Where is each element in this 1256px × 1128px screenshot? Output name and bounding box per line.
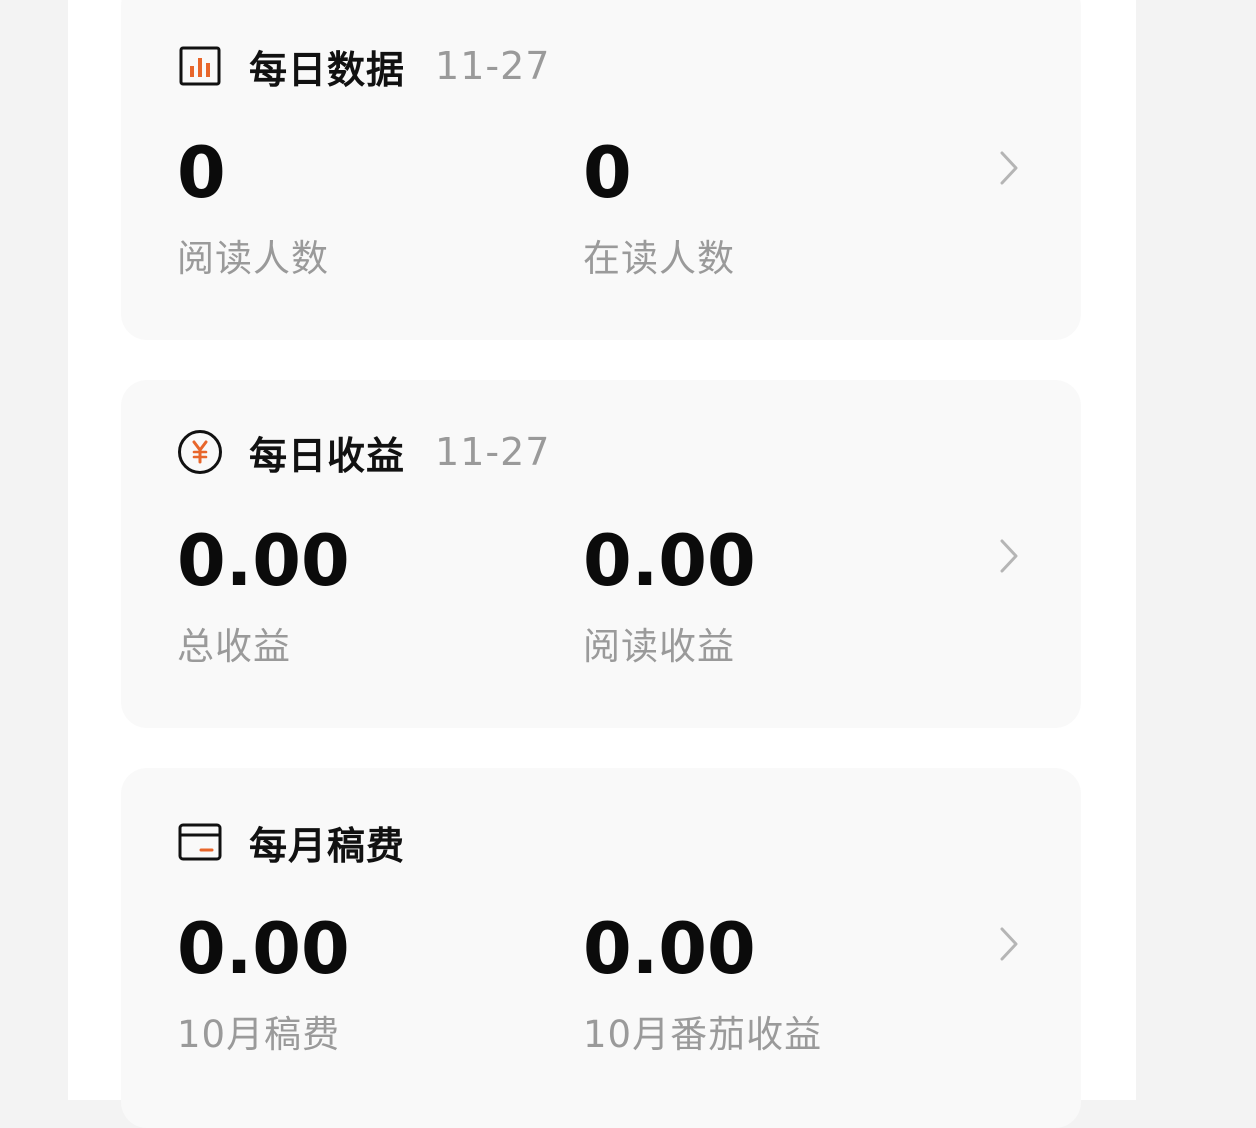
- metric-oct-royalty: 0.00 10月稿费: [177, 904, 350, 1058]
- card-header: 每日数据 11-27: [177, 42, 551, 92]
- yen-coin-icon: [177, 429, 223, 475]
- metric-value: 0.00: [177, 520, 350, 602]
- metric-label: 阅读收益: [583, 625, 735, 668]
- metric-current-readers: 0 在读人数: [583, 128, 735, 282]
- card-title: 每日收益: [249, 433, 406, 478]
- daily-data-card[interactable]: 每日数据 11-27 0 阅读人数 0 在读人数: [121, 0, 1081, 340]
- daily-income-card[interactable]: 每日收益 11-27 0.00 总收益 0.00 阅读收益: [121, 380, 1081, 728]
- metric-value: 0: [177, 132, 226, 214]
- card-header: 每月稿费: [177, 818, 405, 868]
- card-date: 11-27: [435, 430, 551, 474]
- chevron-right-icon[interactable]: [997, 536, 1023, 576]
- metric-label: 10月番茄收益: [583, 1013, 823, 1056]
- metric-value: 0.00: [177, 908, 350, 990]
- metric-label: 阅读人数: [177, 237, 329, 280]
- metric-oct-fanqie-income: 0.00 10月番茄收益: [583, 904, 822, 1058]
- card-title: 每日数据: [249, 47, 406, 92]
- metric-label: 总收益: [177, 625, 291, 668]
- wallet-card-icon: [177, 819, 223, 865]
- metric-value: 0.00: [583, 908, 756, 990]
- bar-chart-icon: [177, 43, 223, 89]
- metric-label: 在读人数: [583, 237, 735, 280]
- metric-value: 0.00: [583, 520, 756, 602]
- card-header: 每日收益 11-27: [177, 428, 551, 478]
- metric-label: 10月稿费: [177, 1013, 341, 1056]
- metric-value: 0: [583, 132, 632, 214]
- chevron-right-icon[interactable]: [997, 148, 1023, 188]
- card-date: 11-27: [435, 44, 551, 88]
- metric-reading-income: 0.00 阅读收益: [583, 516, 756, 670]
- metric-total-income: 0.00 总收益: [177, 516, 350, 670]
- card-title: 每月稿费: [249, 823, 406, 868]
- chevron-right-icon[interactable]: [997, 924, 1023, 964]
- metric-readers: 0 阅读人数: [177, 128, 329, 282]
- monthly-royalty-card[interactable]: 每月稿费 0.00 10月稿费 0.00 10月番茄收益: [121, 768, 1081, 1128]
